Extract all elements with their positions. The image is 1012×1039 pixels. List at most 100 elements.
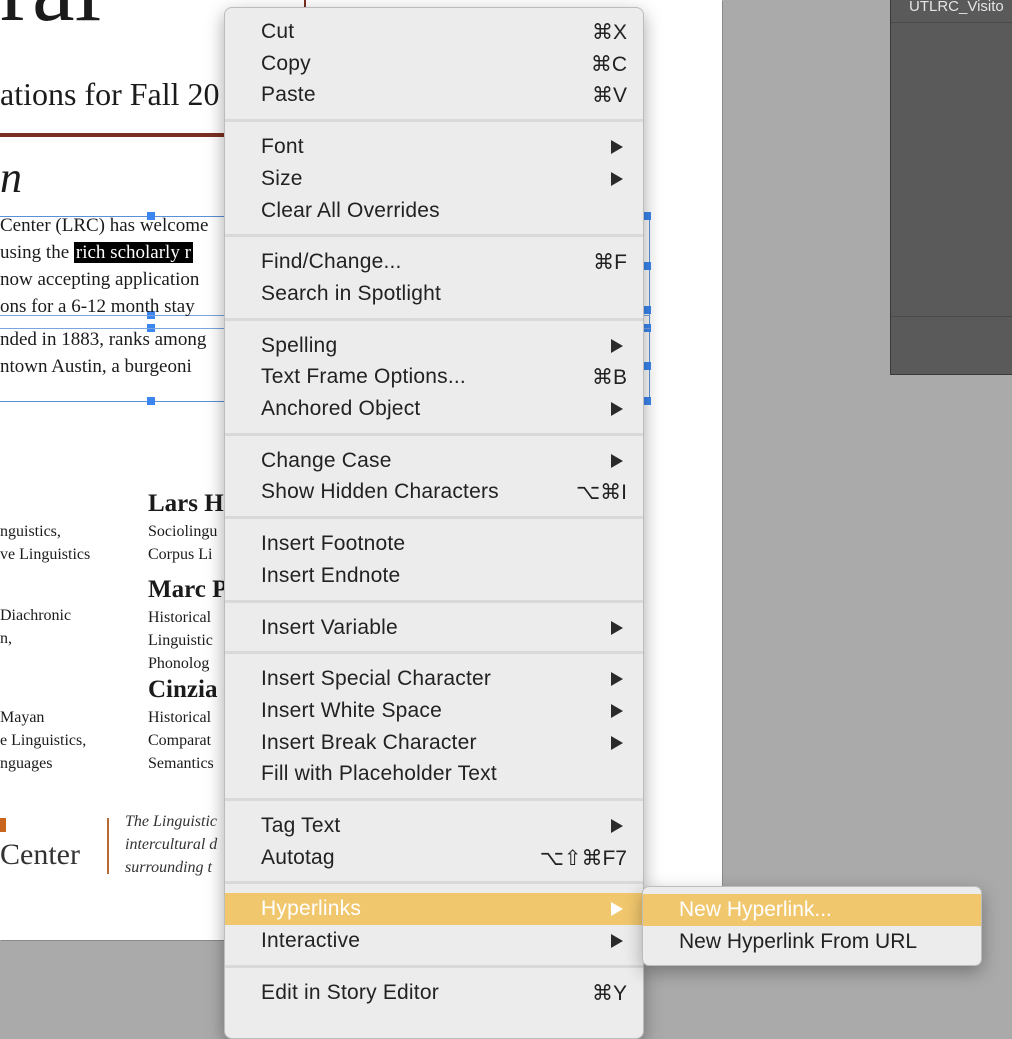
menu-separator (225, 964, 643, 968)
menu-item-label: Insert Endnote (261, 563, 401, 587)
document-subtitle: ations for Fall 20 (0, 76, 220, 112)
submenu-item-label: New Hyperlink... (679, 898, 832, 921)
menu-item-search-in-spotlight[interactable]: Search in Spotlight (225, 278, 643, 310)
menu-separator (225, 234, 643, 238)
menu-item-insert-endnote[interactable]: Insert Endnote (225, 560, 643, 592)
frame-handle[interactable] (643, 306, 651, 314)
left-column-line: Mayan (0, 709, 45, 726)
menu-item-font[interactable]: Font (225, 131, 643, 163)
body-line-text: Center (LRC) has welcome (0, 215, 209, 236)
menu-item-size[interactable]: Size (225, 163, 643, 195)
menu-item-insert-white-space[interactable]: Insert White Space (225, 695, 643, 727)
menu-item-label: Hyperlinks (261, 897, 362, 921)
body-line[interactable]: using the rich scholarly r (0, 242, 193, 264)
submenu-arrow-icon (611, 819, 623, 833)
menu-item-label: Interactive (261, 929, 361, 953)
submenu-arrow-icon (611, 703, 623, 718)
menu-item-anchored-object[interactable]: Anchored Object (225, 393, 643, 425)
menu-item-change-case[interactable]: Change Case (225, 445, 643, 477)
submenu-arrow-icon (611, 140, 623, 155)
side-panel[interactable]: UTLRC_Visito (890, 0, 1012, 375)
shortcut-label: ⌘Y (591, 981, 627, 1005)
logo-accent (0, 818, 6, 832)
logo-text: Center (0, 838, 80, 871)
menu-item-text-frame-options[interactable]: Text Frame Options... ⌘B (225, 361, 643, 393)
frame-handle[interactable] (643, 362, 651, 370)
menu-separator (225, 881, 643, 885)
left-column-line: n, (0, 630, 12, 647)
frame-handle[interactable] (147, 397, 155, 405)
menu-item-label: Paste (261, 83, 316, 107)
submenu-item-new-hyperlink-from-url[interactable]: New Hyperlink From URL (643, 926, 981, 958)
frame-handle[interactable] (643, 262, 651, 270)
submenu-arrow-icon (611, 735, 623, 750)
section-heading: n (0, 153, 22, 202)
left-column-line: nguistics, (0, 523, 61, 540)
menu-item-label: Spelling (261, 333, 338, 357)
title-rule (0, 133, 260, 137)
body-line[interactable]: now accepting application (0, 269, 199, 291)
panel-file-label[interactable]: UTLRC_Visito (909, 0, 1004, 15)
menu-item-label: Size (261, 166, 303, 190)
person-field: Sociolingu (148, 523, 218, 540)
submenu-arrow-icon (611, 338, 623, 353)
panel-divider (891, 22, 1012, 23)
menu-item-tag-text[interactable]: Tag Text (225, 810, 643, 842)
left-column-line: ve Linguistics (0, 546, 91, 563)
body-line-text: ntown Austin, a burgeoni (0, 356, 192, 377)
shortcut-label: ⌘F (593, 251, 627, 275)
left-column-line: nguages (0, 755, 53, 772)
body-line-text: now accepting application (0, 269, 200, 290)
menu-item-insert-break-character[interactable]: Insert Break Character (225, 727, 643, 759)
menu-item-fill-with-placeholder-text[interactable]: Fill with Placeholder Text (225, 758, 643, 790)
menu-item-label: Text Frame Options... (261, 365, 466, 389)
context-menu[interactable]: Cut ⌘X Copy ⌘C Paste ⌘V Font Size Clear All Over… (224, 7, 644, 1039)
menu-item-insert-footnote[interactable]: Insert Footnote (225, 528, 643, 560)
hyperlinks-submenu[interactable]: New Hyperlink... New Hyperlink From URL (642, 886, 982, 966)
selected-text[interactable]: rich scholarly r (73, 242, 193, 263)
footer-line: surrounding t (125, 859, 212, 876)
body-line[interactable]: ons for a 6-12 month stay (0, 296, 195, 318)
menu-item-insert-special-character[interactable]: Insert Special Character (225, 663, 643, 695)
menu-item-cut[interactable]: Cut ⌘X (225, 16, 643, 48)
shortcut-label: ⌘X (591, 21, 627, 44)
frame-handle[interactable] (643, 212, 651, 220)
menu-separator (225, 432, 643, 436)
menu-item-insert-variable[interactable]: Insert Variable (225, 612, 643, 644)
body-line[interactable]: nded in 1883, ranks among (0, 329, 206, 351)
menu-item-label: Insert Footnote (261, 532, 406, 556)
menu-item-autotag[interactable]: Autotag ⌥⇧⌘F7 (225, 842, 643, 874)
body-line[interactable]: ntown Austin, a burgeoni (0, 356, 192, 378)
person-field: Comparat (148, 732, 212, 749)
menu-item-spelling[interactable]: Spelling (225, 330, 643, 362)
menu-item-copy[interactable]: Copy ⌘C (225, 48, 643, 80)
menu-item-label: Show Hidden Characters (261, 480, 499, 504)
menu-item-show-hidden-characters[interactable]: Show Hidden Characters ⌥⌘I (225, 476, 643, 508)
person-field: Semantics (148, 755, 214, 772)
menu-item-label: Insert Variable (261, 615, 398, 639)
menu-item-find-change[interactable]: Find/Change... ⌘F (225, 246, 643, 278)
menu-item-label: Search in Spotlight (261, 281, 442, 305)
submenu-arrow-icon (611, 171, 623, 186)
left-column-line: Diachronic (0, 607, 72, 624)
body-line[interactable]: Center (LRC) has welcome (0, 215, 208, 237)
menu-separator (225, 651, 643, 655)
footer-line: The Linguistic (125, 813, 218, 830)
menu-item-interactive[interactable]: Interactive (225, 925, 643, 957)
frame-handle[interactable] (643, 397, 651, 405)
submenu-item-new-hyperlink[interactable]: New Hyperlink... (643, 894, 981, 926)
submenu-arrow-icon (611, 902, 623, 917)
submenu-arrow-icon (611, 402, 623, 416)
person-field: Linguistic (148, 632, 213, 649)
submenu-arrow-icon (611, 672, 623, 687)
panel-divider (891, 316, 1012, 317)
shortcut-label: ⌘V (591, 84, 627, 108)
body-line-text: ons for a 6-12 month stay (0, 296, 195, 317)
menu-item-edit-in-story-editor[interactable]: Edit in Story Editor ⌘Y (225, 977, 643, 1009)
menu-item-label: Tag Text (261, 814, 341, 837)
submenu-arrow-icon (611, 620, 623, 635)
menu-item-clear-all-overrides[interactable]: Clear All Overrides (225, 195, 643, 227)
menu-item-label: Fill with Placeholder Text (261, 762, 497, 786)
menu-item-hyperlinks[interactable]: Hyperlinks (225, 893, 643, 926)
menu-item-paste[interactable]: Paste ⌘V (225, 79, 643, 111)
